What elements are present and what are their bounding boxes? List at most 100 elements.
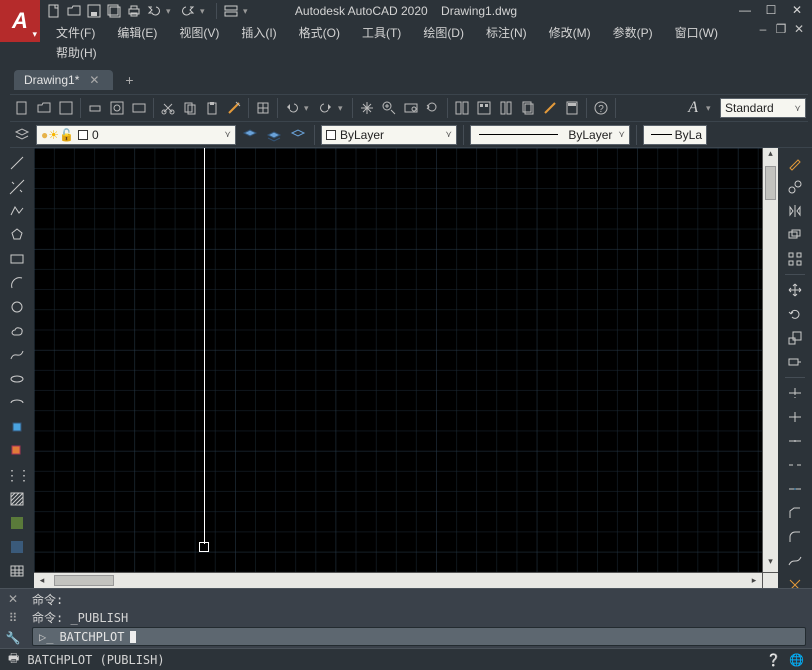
vscroll-thumb[interactable] (765, 166, 776, 200)
add-tab-button[interactable]: + (125, 72, 133, 88)
design-center-icon[interactable] (474, 98, 494, 118)
open-icon[interactable] (66, 3, 82, 19)
text-style-combo[interactable]: Standard ⋎ (720, 98, 806, 118)
open-file-icon[interactable] (34, 98, 54, 118)
block-editor-icon[interactable] (253, 98, 273, 118)
plot-preview-icon[interactable] (107, 98, 127, 118)
hscroll-thumb[interactable] (54, 575, 114, 586)
layer-states-icon[interactable] (264, 125, 284, 145)
vertical-scrollbar[interactable]: ▴ ▾ (762, 148, 778, 572)
menu-view[interactable]: 视图(V) (169, 22, 229, 43)
join-icon[interactable] (783, 478, 807, 500)
quickcalc-icon[interactable] (562, 98, 582, 118)
erase-icon[interactable] (783, 152, 807, 174)
layer-iso-icon[interactable] (288, 125, 308, 145)
zoom-previous-icon[interactable] (423, 98, 443, 118)
break-at-point-icon[interactable] (783, 430, 807, 452)
zoom-window-icon[interactable] (401, 98, 421, 118)
construction-line-icon[interactable] (5, 176, 29, 198)
blend-curves-icon[interactable] (783, 550, 807, 572)
text-style-dropdown-icon[interactable]: ▾ (706, 103, 716, 114)
undo2-dropdown[interactable]: ▾ (304, 103, 314, 114)
file-tab-active[interactable]: Drawing1* ✕ (14, 70, 113, 90)
make-block-icon[interactable] (5, 440, 29, 462)
trim-icon[interactable] (783, 382, 807, 404)
menu-draw[interactable]: 绘图(D) (413, 22, 474, 43)
layer-manager-icon[interactable] (12, 125, 32, 145)
spline-icon[interactable] (5, 344, 29, 366)
pan-icon[interactable] (357, 98, 377, 118)
layer-previous-icon[interactable] (240, 125, 260, 145)
arc-icon[interactable] (5, 272, 29, 294)
lineweight-combo[interactable]: ByLa (643, 125, 707, 145)
doc-close-button[interactable]: ✕ (792, 22, 806, 36)
new-icon[interactable] (46, 3, 62, 19)
drawing-canvas[interactable] (34, 148, 762, 572)
line-icon[interactable] (5, 152, 29, 174)
chamfer-icon[interactable] (783, 502, 807, 524)
workspace-dropdown[interactable]: ▾ (243, 6, 253, 17)
menu-tools[interactable]: 工具(T) (352, 22, 411, 43)
doc-minimize-button[interactable]: – (756, 22, 770, 36)
close-button[interactable]: ✕ (788, 2, 806, 18)
array-icon[interactable] (783, 248, 807, 270)
break-icon[interactable] (783, 454, 807, 476)
print-button-icon[interactable] (85, 98, 105, 118)
mirror-icon[interactable] (783, 200, 807, 222)
maximize-button[interactable]: ☐ (762, 2, 780, 18)
menu-format[interactable]: 格式(O) (289, 22, 350, 43)
tool-palettes-icon[interactable] (496, 98, 516, 118)
polygon-icon[interactable] (5, 224, 29, 246)
insert-block-icon[interactable] (5, 416, 29, 438)
redo-icon[interactable] (180, 3, 196, 19)
command-input[interactable]: ▷_ BATCHPLOT (32, 627, 806, 646)
copy-object-icon[interactable] (783, 176, 807, 198)
menu-modify[interactable]: 修改(M) (539, 22, 601, 43)
redo2-dropdown[interactable]: ▾ (338, 103, 348, 114)
fillet-icon[interactable] (783, 526, 807, 548)
redo-dropdown[interactable]: ▾ (200, 6, 210, 17)
color-combo[interactable]: ByLayer ⋎ (321, 125, 457, 145)
rectangle-icon[interactable] (5, 248, 29, 270)
minimize-button[interactable]: — (736, 2, 754, 18)
publish-icon[interactable] (129, 98, 149, 118)
cmd-grip-icon[interactable]: ⠿ (9, 611, 18, 625)
menu-window[interactable]: 窗口(W) (665, 22, 728, 43)
gradient-icon[interactable] (5, 512, 29, 534)
close-tab-icon[interactable]: ✕ (89, 73, 99, 87)
new-file-icon[interactable] (12, 98, 32, 118)
layer-combo[interactable]: ● ☀ 🔓 0 ⋎ (36, 125, 236, 145)
text-style-icon[interactable]: A (684, 99, 702, 117)
menu-dimension[interactable]: 标注(N) (476, 22, 537, 43)
workspace-icon[interactable] (223, 3, 239, 19)
point-icon[interactable]: ⋮⋮ (5, 464, 29, 486)
extend-icon[interactable] (783, 406, 807, 428)
sheet-set-icon[interactable] (518, 98, 538, 118)
redo2-icon[interactable] (316, 98, 336, 118)
rotate-icon[interactable] (783, 303, 807, 325)
status-help-icon[interactable]: ❔ (766, 653, 781, 667)
offset-icon[interactable] (783, 224, 807, 246)
saveas-icon[interactable] (106, 3, 122, 19)
revcloud-icon[interactable] (5, 320, 29, 342)
menu-file[interactable]: 文件(F) (46, 22, 105, 43)
status-globe-icon[interactable]: 🌐 (789, 653, 804, 667)
status-printer-icon[interactable]: 🖶 (8, 649, 19, 670)
cmd-wrench-icon[interactable]: 🔧 (6, 631, 21, 645)
print-icon[interactable] (126, 3, 142, 19)
markup-icon[interactable] (540, 98, 560, 118)
cut-icon[interactable] (158, 98, 178, 118)
move-icon[interactable] (783, 279, 807, 301)
menu-help[interactable]: 帮助(H) (46, 42, 107, 63)
app-logo[interactable]: A▾ (0, 0, 40, 42)
save-icon[interactable] (86, 3, 102, 19)
help-icon[interactable]: ? (591, 98, 611, 118)
ellipse-icon[interactable] (5, 368, 29, 390)
properties-icon[interactable] (452, 98, 472, 118)
scale-icon[interactable] (783, 327, 807, 349)
doc-restore-button[interactable]: ❐ (774, 22, 788, 36)
hatch-icon[interactable] (5, 488, 29, 510)
copy-icon[interactable] (180, 98, 200, 118)
undo2-icon[interactable] (282, 98, 302, 118)
circle-icon[interactable] (5, 296, 29, 318)
